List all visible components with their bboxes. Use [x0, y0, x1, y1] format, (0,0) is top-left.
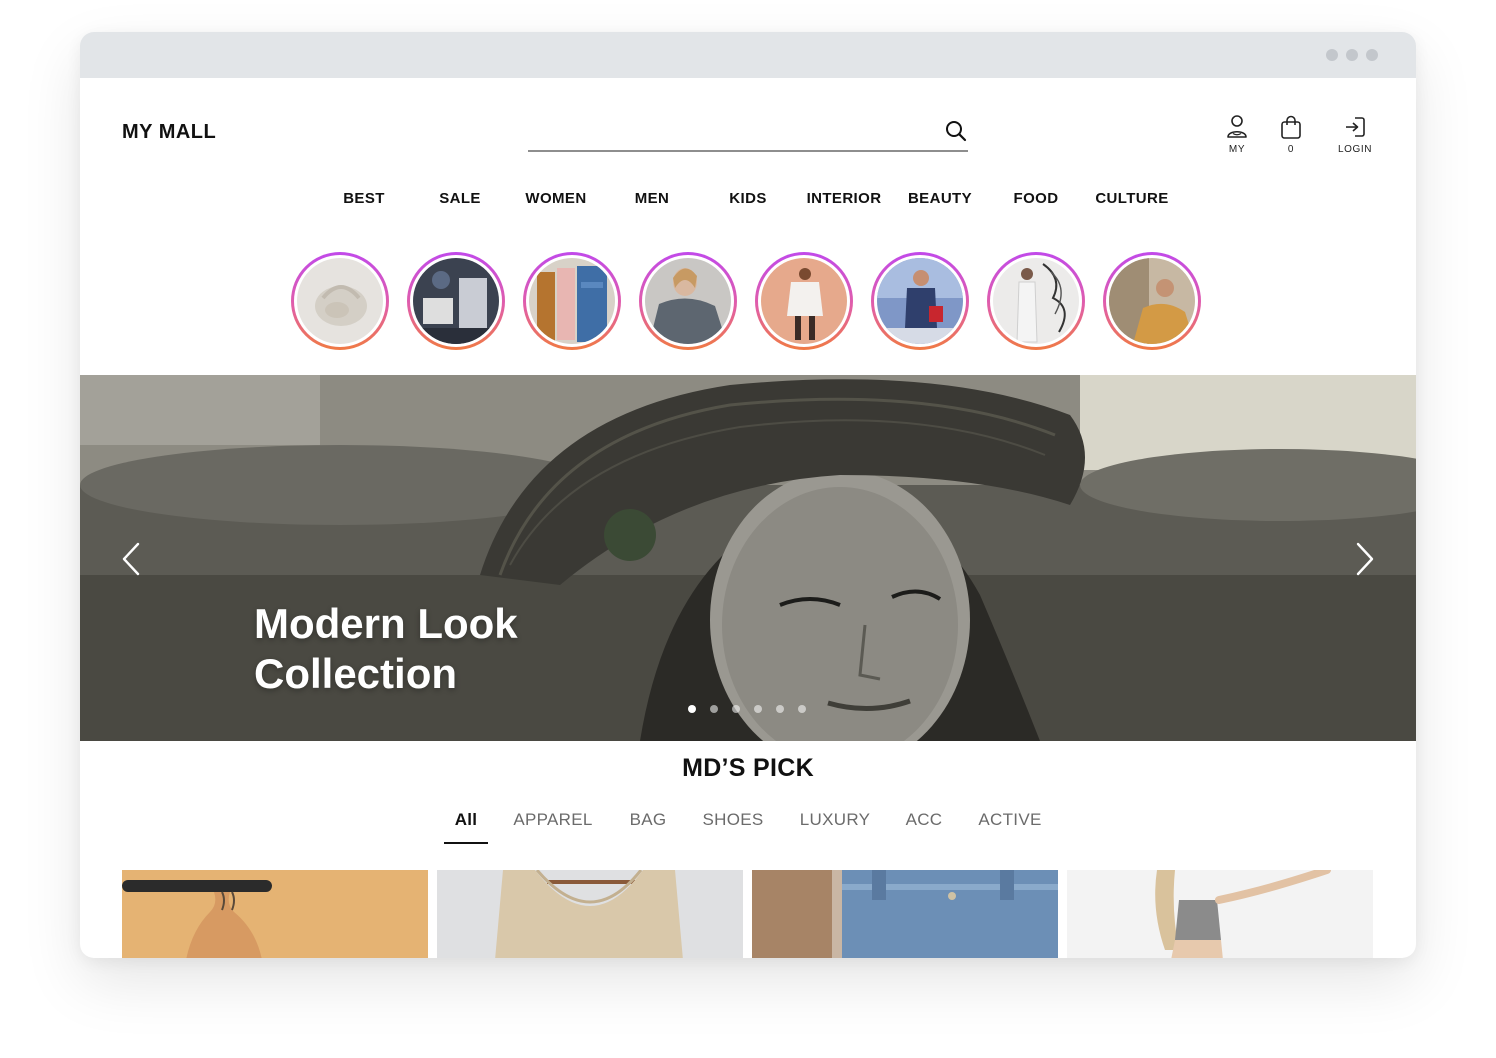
hero-banner[interactable]: Modern Look Collection — [80, 375, 1416, 741]
my-label: MY — [1228, 144, 1246, 155]
product-card[interactable] — [122, 870, 428, 958]
nav-item-sale[interactable]: SALE — [410, 190, 510, 207]
search-bar — [528, 116, 968, 152]
pagination-dot[interactable] — [754, 705, 762, 713]
pagination-dot[interactable] — [732, 705, 740, 713]
cart-count: 0 — [1287, 144, 1295, 155]
product-image — [437, 870, 743, 958]
category-nav: BEST SALE WOMEN MEN KIDS INTERIOR BEAUTY… — [80, 190, 1416, 214]
nav-item-food[interactable]: FOOD — [986, 190, 1086, 207]
product-image — [122, 870, 428, 958]
product-image — [1067, 870, 1373, 958]
dot-icon — [1326, 49, 1338, 61]
window-titlebar — [80, 32, 1416, 78]
story-item[interactable] — [523, 252, 621, 350]
story-item[interactable] — [291, 252, 389, 350]
search-icon[interactable] — [944, 119, 968, 143]
story-item[interactable] — [755, 252, 853, 350]
nav-item-best[interactable]: BEST — [314, 190, 414, 207]
shopping-bag-icon — [1281, 115, 1301, 139]
story-item[interactable] — [639, 252, 737, 350]
pagination-dot[interactable] — [798, 705, 806, 713]
dot-icon — [1366, 49, 1378, 61]
tab-bag[interactable]: BAG — [620, 810, 676, 844]
user-icon — [1227, 115, 1247, 138]
nav-item-culture[interactable]: CULTURE — [1082, 190, 1182, 207]
nav-item-men[interactable]: MEN — [602, 190, 702, 207]
search-input[interactable] — [528, 116, 928, 148]
nav-item-kids[interactable]: KIDS — [698, 190, 798, 207]
story-carousel — [80, 252, 1416, 352]
hero-title-line1: Modern Look — [254, 600, 518, 647]
chevron-right-icon[interactable] — [1352, 541, 1378, 577]
pagination-dot[interactable] — [776, 705, 784, 713]
tab-shoes[interactable]: SHOES — [696, 810, 770, 844]
story-item[interactable] — [987, 252, 1085, 350]
md-pick-tabs: All APPAREL BAG SHOES LUXURY ACC ACTIVE — [80, 810, 1416, 844]
product-card[interactable] — [1067, 870, 1373, 958]
pagination-dot[interactable] — [710, 705, 718, 713]
window-menu-dots[interactable] — [1326, 49, 1378, 61]
tab-apparel[interactable]: APPAREL — [510, 810, 596, 844]
product-grid — [122, 870, 1374, 958]
tab-active[interactable]: ACTIVE — [972, 810, 1048, 844]
hero-title-line2: Collection — [254, 650, 458, 697]
tab-acc[interactable]: ACC — [900, 810, 948, 844]
nav-item-beauty[interactable]: BEAUTY — [890, 190, 990, 207]
login-button[interactable]: LOGIN — [1329, 114, 1381, 155]
login-label: LOGIN — [1337, 144, 1373, 155]
story-item[interactable] — [407, 252, 505, 350]
product-image — [752, 870, 1058, 958]
story-item[interactable] — [1103, 252, 1201, 350]
tab-luxury[interactable]: LUXURY — [792, 810, 878, 844]
cart-button[interactable]: 0 — [1269, 114, 1313, 155]
nav-item-women[interactable]: WOMEN — [506, 190, 606, 207]
pagination-dot[interactable] — [688, 705, 696, 713]
product-card[interactable] — [437, 870, 743, 958]
nav-item-interior[interactable]: INTERIOR — [794, 190, 894, 207]
product-card[interactable] — [752, 870, 1058, 958]
browser-window: MY MALL MY 0 LOGIN BEST SALE WOMEN MEN K… — [80, 32, 1416, 958]
tab-all[interactable]: All — [444, 810, 488, 844]
chevron-left-icon[interactable] — [118, 541, 144, 577]
my-page-button[interactable]: MY — [1215, 114, 1259, 155]
md-pick-title: MD’S PICK — [682, 754, 814, 782]
story-item[interactable] — [871, 252, 969, 350]
hero-title: Modern Look Collection — [254, 599, 518, 699]
dot-icon — [1346, 49, 1358, 61]
site-logo[interactable]: MY MALL — [122, 121, 216, 144]
hero-pagination — [688, 705, 806, 713]
login-icon — [1346, 117, 1365, 137]
